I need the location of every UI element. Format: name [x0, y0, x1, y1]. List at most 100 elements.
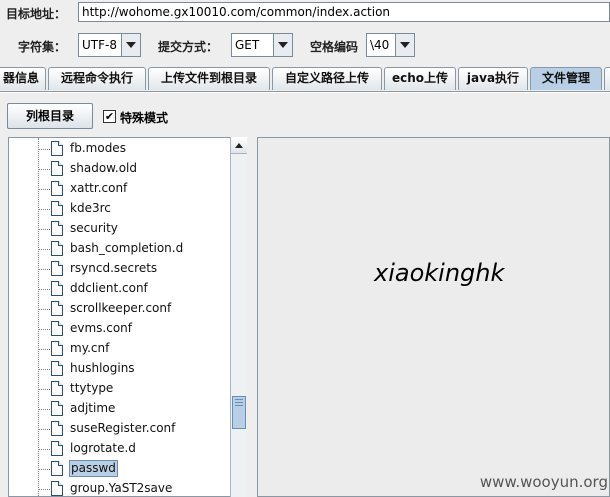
tab-bar: 器信息 远程命令执行 上传文件到根目录 自定义路径上传 echo上传 java执…: [0, 67, 610, 92]
charset-dropdown-button[interactable]: [121, 33, 141, 57]
tree-connector: [38, 229, 50, 230]
file-icon: [51, 401, 63, 416]
file-icon: [51, 221, 63, 236]
file-icon: [51, 321, 63, 336]
tree-connector: [38, 389, 50, 390]
special-mode-checkbox[interactable]: ✔: [103, 110, 116, 123]
target-url-label: 目标地址：: [6, 7, 67, 21]
tree-item-label: xattr.conf: [70, 181, 128, 195]
tree-connector: [38, 269, 50, 270]
tree-connector: [38, 369, 50, 370]
space-encoding-dropdown-button[interactable]: [395, 33, 415, 57]
tree-connector: [38, 149, 50, 150]
tree-connector: [38, 429, 50, 430]
list-root-button[interactable]: 列根目录: [7, 103, 93, 129]
tree-item-label: fb.modes: [70, 141, 126, 155]
charset-label: 字符集：: [18, 40, 67, 54]
tree-connector: [38, 409, 50, 410]
tree-item[interactable]: bash_completion.d: [9, 239, 229, 259]
tree-item[interactable]: ddclient.conf: [9, 279, 229, 299]
tree-item-label: logrotate.d: [70, 441, 136, 455]
tree-item-label: hushlogins: [70, 361, 135, 375]
tree-connector: [38, 309, 50, 310]
tab-file-manager[interactable]: 文件管理: [530, 67, 602, 90]
file-icon: [51, 481, 63, 496]
tree-item[interactable]: my.cnf: [9, 339, 229, 359]
tree-connector: [38, 189, 50, 190]
file-tree[interactable]: fb.modes shadow.old xattr.conf kde3rc securi…: [8, 137, 247, 497]
tree-item-label: security: [70, 221, 118, 235]
tree-item[interactable]: suseRegister.conf: [9, 419, 229, 439]
file-icon: [51, 341, 63, 356]
tab-remote-exec[interactable]: 远程命令执行: [48, 67, 146, 90]
tab-java-exec[interactable]: java执行: [458, 67, 528, 90]
tree-item-label: group.YaST2save: [70, 481, 173, 495]
tab-custom-upload[interactable]: 自定义路径上传: [272, 67, 382, 90]
file-content-text: xiaokinghk: [374, 259, 505, 287]
file-icon: [51, 141, 63, 156]
file-content-view[interactable]: xiaokinghk: [257, 137, 610, 497]
file-icon: [51, 301, 63, 316]
tree-item-label: shadow.old: [70, 161, 137, 175]
tree-connector: [38, 209, 50, 210]
scroll-up-button[interactable]: [231, 137, 247, 154]
tree-item[interactable]: security: [9, 219, 229, 239]
method-label: 提交方式：: [158, 40, 219, 54]
tree-item[interactable]: logrotate.d: [9, 439, 229, 459]
tree-connector: [38, 449, 50, 450]
method-dropdown-button[interactable]: [273, 33, 293, 57]
tree-item[interactable]: hushlogins: [9, 359, 229, 379]
chevron-up-icon: [235, 142, 243, 148]
tree-item-label: ddclient.conf: [70, 281, 148, 295]
tree-item[interactable]: passwd: [9, 459, 229, 479]
file-icon: [51, 161, 63, 176]
file-icon: [51, 261, 63, 276]
tree-connector: [38, 349, 50, 350]
special-mode-label: 特殊模式: [120, 111, 169, 125]
tree-connector: [38, 329, 50, 330]
tree-item-label: ttytype: [70, 381, 114, 395]
file-icon: [51, 421, 63, 436]
tree-item[interactable]: evms.conf: [9, 319, 229, 339]
chevron-down-icon: [400, 42, 410, 48]
tree-item-label: kde3rc: [70, 201, 111, 215]
tab-echo-upload[interactable]: echo上传: [384, 67, 456, 90]
chevron-down-icon: [278, 42, 288, 48]
tree-item-label: adjtime: [70, 401, 116, 415]
charset-select[interactable]: UTF-8: [78, 33, 122, 57]
tree-scrollbar[interactable]: [230, 137, 247, 497]
target-url-input[interactable]: http://wohome.gx10010.com/common/index.a…: [78, 2, 610, 22]
tree-item-label: evms.conf: [70, 321, 133, 335]
tree-connector: [38, 289, 50, 290]
watermark: www.wooyun.org: [479, 473, 608, 491]
file-icon: [51, 361, 63, 376]
tab-upload-root[interactable]: 上传文件到根目录: [148, 67, 270, 90]
tree-item-label: suseRegister.conf: [70, 421, 176, 435]
file-icon: [51, 281, 63, 296]
tree-item[interactable]: adjtime: [9, 399, 229, 419]
file-icon: [51, 241, 63, 256]
tree-item-label: my.cnf: [70, 341, 110, 355]
tree-item[interactable]: ttytype: [9, 379, 229, 399]
tree-connector: [38, 249, 50, 250]
file-icon: [51, 461, 63, 476]
tree-item[interactable]: fb.modes: [9, 139, 229, 159]
tree-item[interactable]: rsyncd.secrets: [9, 259, 229, 279]
file-icon: [51, 381, 63, 396]
space-encoding-select[interactable]: \40: [366, 33, 396, 57]
tree-item[interactable]: shadow.old: [9, 159, 229, 179]
tree-item[interactable]: scrollkeeper.conf: [9, 299, 229, 319]
tree-item[interactable]: group.YaST2save: [9, 479, 229, 496]
tab-server-info[interactable]: 器信息: [0, 67, 46, 90]
tree-item[interactable]: xattr.conf: [9, 179, 229, 199]
tab-overflow[interactable]: [604, 67, 610, 90]
tree-item-label: rsyncd.secrets: [70, 261, 158, 275]
tree-item-label: passwd: [69, 460, 118, 477]
tree-connector: [38, 469, 50, 470]
chevron-down-icon: [126, 42, 136, 48]
method-select[interactable]: GET: [231, 33, 275, 57]
scrollbar-thumb[interactable]: [232, 396, 246, 429]
file-icon: [51, 201, 63, 216]
tree-item-label: scrollkeeper.conf: [70, 301, 172, 315]
tree-item[interactable]: kde3rc: [9, 199, 229, 219]
